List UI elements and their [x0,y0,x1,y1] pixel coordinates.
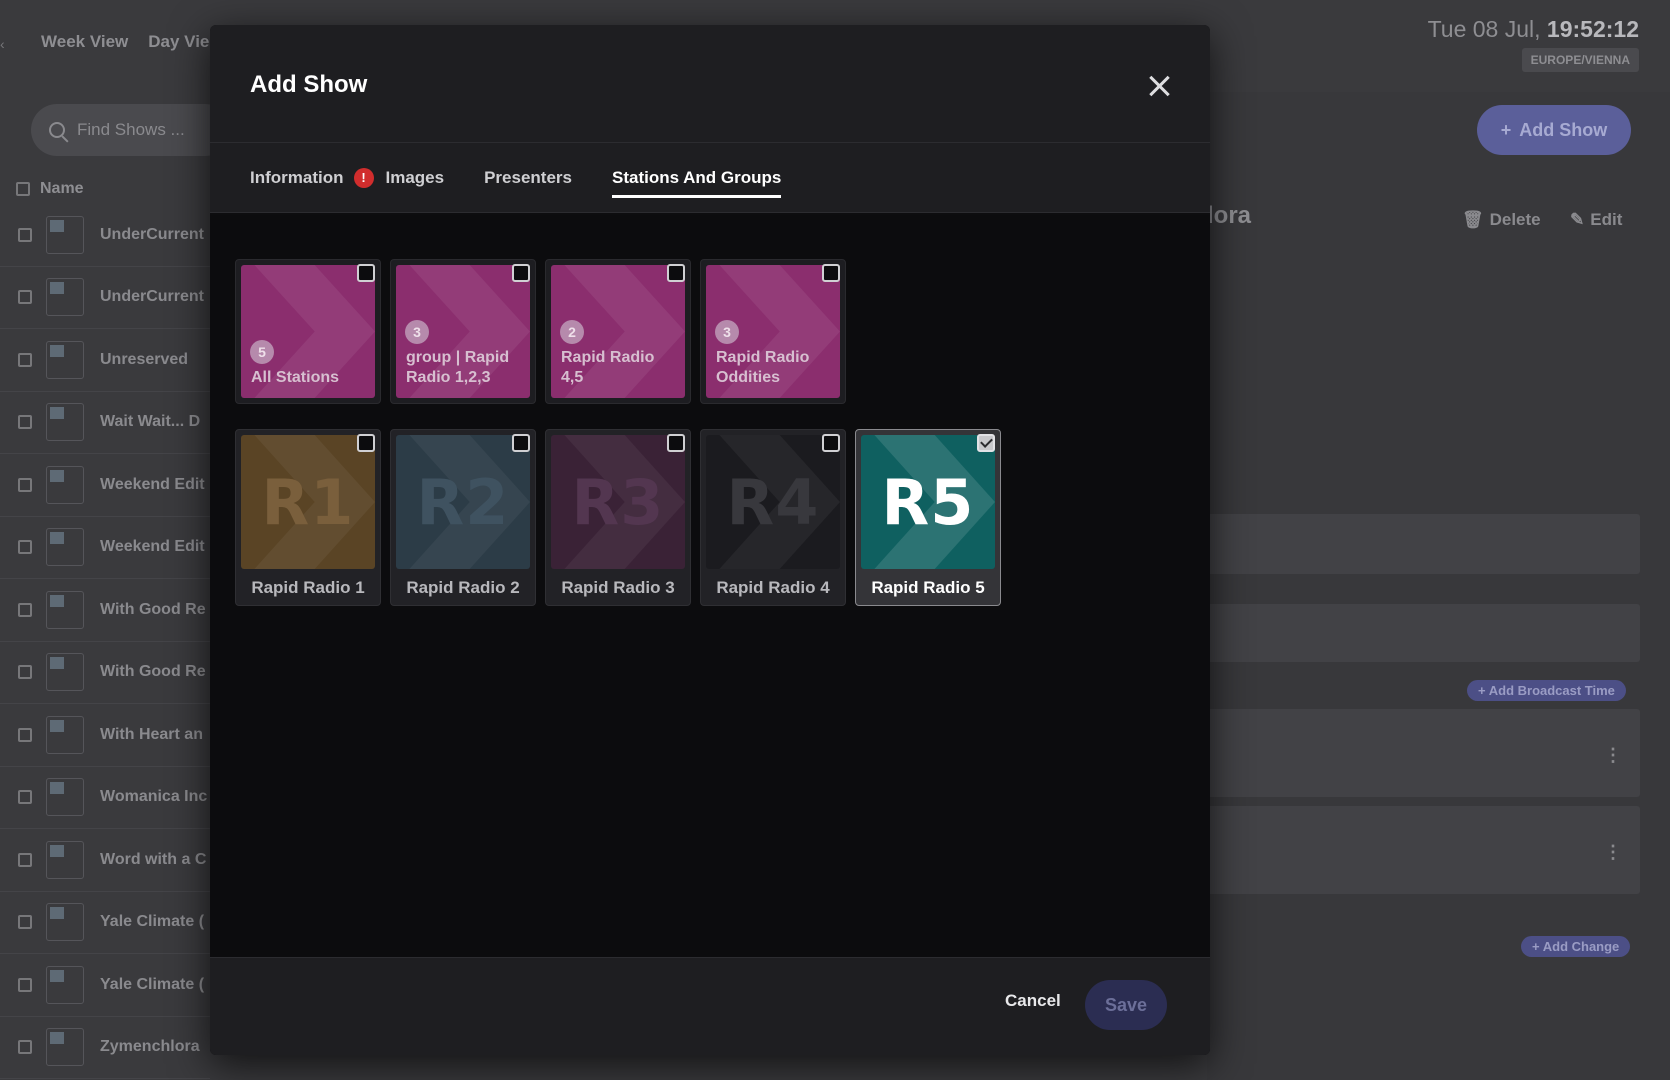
station-card[interactable]: R5 Rapid Radio 5 [855,429,1001,606]
dialog-footer: Cancel Save [210,957,1210,1055]
station-logo: R1 [241,435,375,569]
station-code: R5 [881,465,975,539]
station-name: Rapid Radio 4 [716,578,830,597]
group-station-count-badge: 3 [715,320,739,344]
group-label: Rapid Radio 4,5 [561,349,655,386]
station-logo: R4 [706,435,840,569]
tab-presenters[interactable]: Presenters [484,158,572,198]
group-checkbox[interactable] [512,264,530,282]
group-card[interactable]: 3 group | Rapid Radio 1,2,3 [390,259,536,404]
dialog-title: Add Show [250,71,368,98]
station-checkbox[interactable] [357,434,375,452]
station-name: Rapid Radio 3 [561,578,675,597]
group-checkbox[interactable] [822,264,840,282]
tab-images[interactable]: Images [386,158,445,198]
group-label: group | Rapid Radio 1,2,3 [406,349,510,386]
station-name: Rapid Radio 5 [871,578,985,597]
save-button[interactable]: Save [1085,980,1167,1030]
stations: R1 Rapid Radio 1 R2 Rapid Radio 2 R3 Rapid Ra… [235,429,1210,606]
station-checkbox[interactable] [977,434,995,452]
station-groups: 5 All Stations 3 group | Rapid Radio 1,2,3 2… [235,259,1210,404]
group-tile: 5 All Stations [241,265,375,398]
station-checkbox[interactable] [822,434,840,452]
station-logo: R3 [551,435,685,569]
group-label: All Stations [251,369,340,386]
tab-information-label: Information [250,167,344,187]
station-code: R1 [261,465,355,539]
group-checkbox[interactable] [357,264,375,282]
group-station-count-badge: 2 [560,320,584,344]
dialog-tabs: Information ! Images Presenters Stations… [210,143,1210,213]
stations-and-groups-panel: 5 All Stations 3 group | Rapid Radio 1,2,3 2… [210,215,1210,957]
station-checkbox[interactable] [512,434,530,452]
station-name: Rapid Radio 2 [406,578,520,597]
group-checkbox[interactable] [667,264,685,282]
group-station-count-badge: 3 [405,320,429,344]
cancel-button[interactable]: Cancel [1005,991,1061,1011]
station-name: Rapid Radio 1 [251,578,365,597]
add-show-dialog: Add Show Information ! Images Presenters… [210,25,1210,1055]
group-card[interactable]: 2 Rapid Radio 4,5 [545,259,691,404]
station-code: R2 [416,465,510,539]
close-icon[interactable] [1146,73,1172,99]
dialog-header: Add Show [210,25,1210,143]
station-logo: R2 [396,435,530,569]
group-tile: 3 group | Rapid Radio 1,2,3 [396,265,530,398]
station-card[interactable]: R4 Rapid Radio 4 [700,429,846,606]
group-tile: 2 Rapid Radio 4,5 [551,265,685,398]
station-logo: R5 [861,435,995,569]
group-tile: 3 Rapid Radio Oddities [706,265,840,398]
station-code: R4 [726,465,820,539]
station-card[interactable]: R3 Rapid Radio 3 [545,429,691,606]
group-card[interactable]: 3 Rapid Radio Oddities [700,259,846,404]
station-card[interactable]: R2 Rapid Radio 2 [390,429,536,606]
group-card[interactable]: 5 All Stations [235,259,381,404]
station-card[interactable]: R1 Rapid Radio 1 [235,429,381,606]
tab-stations-and-groups[interactable]: Stations And Groups [611,158,782,198]
error-icon: ! [353,167,374,188]
group-label: Rapid Radio Oddities [716,349,810,386]
station-checkbox[interactable] [667,434,685,452]
group-station-count-badge: 5 [250,340,274,364]
station-code: R3 [571,465,665,539]
tab-information[interactable]: Information ! [250,158,374,198]
